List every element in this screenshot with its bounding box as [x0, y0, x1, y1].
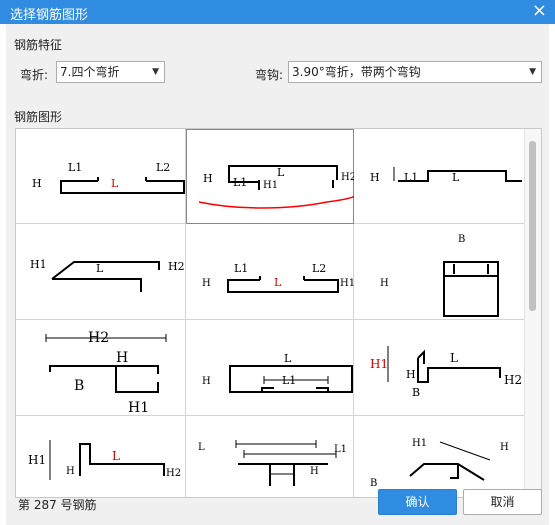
shape-label: B [458, 234, 465, 245]
shape-cell[interactable]: H L1 L L2 [16, 129, 186, 224]
hook-label: 弯钩: [255, 68, 284, 82]
shape-cell[interactable]: H1 L H B H2 [354, 320, 526, 416]
shape-label: L1 [282, 374, 296, 387]
shape-label: H1 [340, 278, 354, 289]
shape-drawing: H L1 H1 L H2 [198, 165, 355, 209]
shape-label: L1 [404, 171, 418, 184]
shape-label: H1 [28, 453, 46, 467]
shape-label: H [370, 171, 380, 184]
shape-label: L [112, 449, 120, 463]
shape-drawing: H L1 L [370, 167, 522, 184]
shape-label: L2 [156, 161, 170, 174]
shape-label: H [202, 278, 211, 289]
shape-label: H2 [168, 260, 185, 273]
shape-label: L [452, 171, 460, 184]
shape-label: H1 [370, 357, 388, 371]
shape-label: B [412, 386, 420, 399]
shape-label: L1 [234, 262, 248, 275]
shape-label: H [310, 466, 319, 477]
shape-drawing: H L1 L L2 H1 [202, 262, 354, 293]
dialog-body: 钢筋特征 弯折: 7.四个弯折 ▼ 弯钩: 3.90°弯折，带两个弯钩 ▼ 钢筋… [6, 24, 549, 525]
shape-label: L [274, 276, 282, 289]
shape-label: H [406, 368, 416, 381]
shape-cell[interactable]: H1 H B [354, 416, 526, 497]
shape-label: L1 [334, 444, 347, 455]
shape-label: H [32, 177, 42, 190]
shape-drawing: H1 L H2 [30, 258, 185, 292]
shape-label: H2 [88, 330, 109, 346]
bend-label: 弯折: [20, 68, 49, 82]
hook-select-value: 3.90°弯折，带两个弯钩 [292, 65, 421, 79]
confirm-button[interactable]: 确认 [378, 489, 457, 515]
shape-label: H1 [30, 258, 47, 271]
shape-label: L [277, 166, 285, 179]
cancel-button[interactable]: 取消 [463, 489, 542, 515]
status-text: 第 287 号钢筋 [18, 498, 97, 512]
shape-label: H [203, 172, 213, 185]
shape-label: H2 [341, 172, 355, 183]
hook-select[interactable]: 3.90°弯折，带两个弯钩 ▼ [288, 61, 542, 83]
shape-cell-selected[interactable]: H L1 H1 L H2 [186, 129, 355, 224]
shape-label: L [96, 262, 104, 275]
shape-label: L1 [68, 161, 82, 174]
shape-cell[interactable]: L H L1 [186, 320, 354, 416]
shape-cell[interactable]: B H [354, 224, 526, 320]
shape-drawing: H2 H B H1 [45, 330, 167, 416]
shape-drawing: H1 L H B H2 [370, 346, 522, 399]
shape-label: B [370, 478, 377, 489]
chevron-down-icon: ▼ [152, 67, 159, 77]
shape-label: L [450, 351, 458, 365]
shape-cell[interactable]: H L1 L L2 H1 [186, 224, 354, 320]
shape-drawing: H L1 L L2 [32, 161, 185, 194]
shape-label: H1 [412, 438, 427, 449]
shape-label: B [74, 378, 84, 394]
title-bar: 选择钢筋图形 × [0, 0, 555, 24]
shape-grid: H L1 L L2 H L1 H1 L H2 H L1 L H1 L H2 H … [15, 128, 542, 498]
close-icon[interactable]: × [532, 1, 547, 21]
shape-label: H2 [504, 373, 522, 387]
shape-label: L2 [312, 262, 326, 275]
shape-cell[interactable]: H2 H B H1 [16, 320, 186, 416]
shape-label: L [198, 442, 205, 453]
shape-label: H [116, 350, 128, 366]
shape-drawing: L H L1 [202, 352, 353, 393]
shape-label: H1 [263, 180, 278, 191]
shape-drawing: H1 H L H2 [28, 440, 181, 480]
shape-drawing: H1 H B [370, 438, 509, 489]
bend-select[interactable]: 7.四个弯折 ▼ [56, 61, 165, 83]
shape-label: H1 [128, 400, 149, 416]
shape-label: H [66, 466, 75, 477]
shape-label: H [202, 376, 211, 387]
shape-drawing: B H [380, 234, 499, 317]
shape-label: L [111, 177, 119, 190]
shape-cell[interactable]: H L1 L [354, 129, 526, 224]
chevron-down-icon: ▼ [529, 67, 536, 77]
shape-label: H [500, 442, 509, 453]
shape-drawing: L L1 H [198, 440, 347, 486]
shape-label: L [284, 352, 292, 365]
grid-scrollbar[interactable] [524, 129, 541, 497]
shape-label: H [380, 278, 389, 289]
scrollbar-thumb[interactable] [529, 141, 536, 311]
window-title: 选择钢筋图形 [10, 8, 89, 23]
shapes-section-label: 钢筋图形 [14, 110, 63, 124]
bend-select-value: 7.四个弯折 [60, 65, 120, 79]
shape-cell[interactable]: H1 H L H2 [16, 416, 186, 497]
shape-label: H2 [166, 468, 181, 479]
features-section-label: 钢筋特征 [14, 38, 63, 52]
shape-cell[interactable]: L L1 H [186, 416, 354, 497]
shape-cell[interactable]: H1 L H2 [16, 224, 186, 320]
